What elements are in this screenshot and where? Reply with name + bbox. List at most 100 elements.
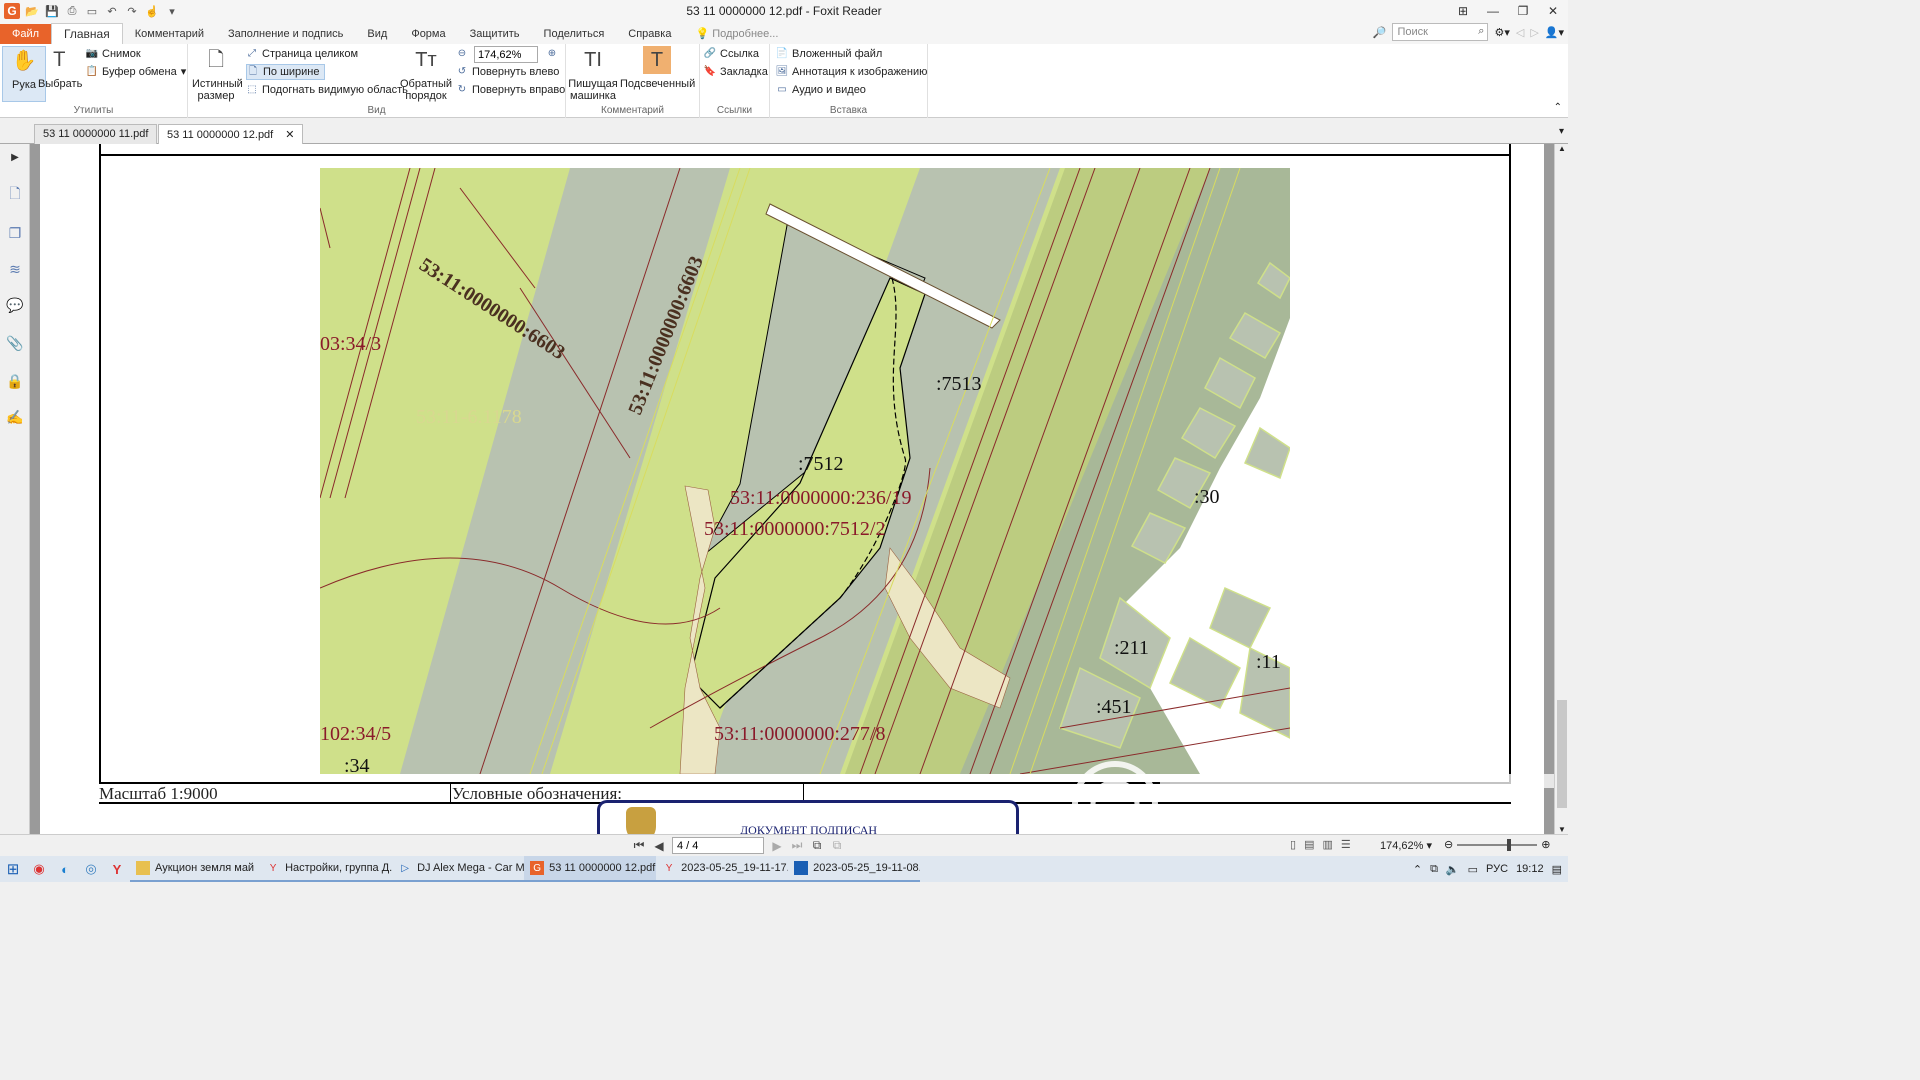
- doc-tab-11[interactable]: 53 11 0000000 11.pdf: [34, 124, 158, 144]
- clock[interactable]: 19:12: [1516, 863, 1544, 875]
- continuous-facing-view-icon[interactable]: ☰: [1341, 838, 1351, 851]
- single-page-view-icon[interactable]: ▯: [1290, 838, 1296, 851]
- redo-icon[interactable]: ↷: [124, 3, 140, 19]
- scroll-up-icon[interactable]: ▲: [1558, 144, 1566, 153]
- taskbar-item-folder[interactable]: Аукцион земля май: [130, 856, 261, 882]
- snapshot-button[interactable]: 📷 Снимок: [86, 46, 141, 62]
- search-input[interactable]: Поиск ⌕: [1392, 23, 1489, 41]
- nav-forward-icon[interactable]: ▷: [1530, 26, 1538, 39]
- continuous-view-icon[interactable]: ▤: [1304, 838, 1314, 851]
- tab-share[interactable]: Поделиться: [532, 24, 617, 44]
- edge-icon[interactable]: ◐: [52, 856, 78, 882]
- scroll-thumb[interactable]: [1557, 700, 1567, 808]
- facing-view-icon[interactable]: ▥: [1322, 838, 1332, 851]
- first-page-icon[interactable]: ⏮: [632, 838, 646, 853]
- tab-help[interactable]: Справка: [616, 24, 683, 44]
- customize-dropdown-icon[interactable]: ▾: [164, 3, 180, 19]
- bookmark-button[interactable]: 🔖 Закладка: [704, 64, 768, 80]
- volume-icon[interactable]: 🔈: [1446, 863, 1460, 876]
- page-number-field[interactable]: [672, 837, 764, 854]
- select-button[interactable]: Ꭲ Выбрать: [38, 46, 82, 90]
- zoom-slider[interactable]: [1457, 838, 1538, 851]
- scroll-down-icon[interactable]: ▼: [1558, 825, 1566, 834]
- network-icon[interactable]: ▭: [1468, 863, 1478, 876]
- zoom-field[interactable]: [474, 46, 538, 63]
- audio-video-button[interactable]: ▭ Аудио и видео: [776, 82, 866, 98]
- clipboard-button[interactable]: 📋 Буфер обмена ▾: [86, 64, 187, 80]
- rotate-right-button[interactable]: ↻ Повернуть вправо: [456, 82, 565, 98]
- security-panel-icon[interactable]: 🔒: [6, 372, 24, 390]
- attachments-panel-icon[interactable]: 📎: [6, 334, 24, 352]
- next-page-icon[interactable]: ▶: [770, 839, 784, 853]
- nav-back-icon[interactable]: ◁: [1516, 26, 1524, 39]
- highlight-button[interactable]: T Подсвеченный: [620, 46, 695, 90]
- doc-tab-12[interactable]: 53 11 0000000 12.pdf ✕: [158, 124, 304, 144]
- close-button[interactable]: ✕: [1538, 0, 1568, 22]
- tab-comment[interactable]: Комментарий: [123, 24, 216, 44]
- settings-icon[interactable]: ⚙▾: [1494, 26, 1509, 39]
- actual-size-button[interactable]: 🗋 Истинный размер: [192, 46, 243, 102]
- ribbon-options-icon[interactable]: ⊞: [1448, 0, 1478, 22]
- hand-tool-icon[interactable]: ☝: [144, 3, 160, 19]
- close-tab-icon[interactable]: ✕: [285, 129, 294, 141]
- fit-width-button[interactable]: 🗋 По ширине: [246, 64, 325, 80]
- tab-list-dropdown-icon[interactable]: ▾: [1559, 126, 1564, 137]
- save-icon[interactable]: 💾: [44, 3, 60, 19]
- continuous-icon[interactable]: ⧉: [830, 838, 844, 853]
- tab-form[interactable]: Форма: [399, 24, 457, 44]
- zoom-in-button[interactable]: ⊕: [546, 46, 558, 62]
- page-layout-icon[interactable]: ⧉: [810, 838, 824, 853]
- pages-panel-icon[interactable]: ❐: [6, 224, 24, 242]
- tray-expand-icon[interactable]: ⌃: [1413, 863, 1422, 876]
- fit-page-button[interactable]: ⤢ Страница целиком: [246, 46, 358, 62]
- attachment-button[interactable]: 📄 Вложенный файл: [776, 46, 883, 62]
- taskbar-item-music[interactable]: ▷ DJ Alex Mega - Car M...: [392, 856, 525, 882]
- print-icon[interactable]: ⎙: [64, 3, 80, 19]
- rotate-left-button[interactable]: ↺ Повернуть влево: [456, 64, 560, 80]
- tab-view[interactable]: Вид: [355, 24, 399, 44]
- window-icon[interactable]: ▭: [84, 3, 100, 19]
- taskbar-item-screenshot1[interactable]: Y 2023-05-25_19-11-17....: [656, 856, 789, 882]
- signature-panel-icon[interactable]: ✍: [6, 408, 24, 426]
- undo-icon[interactable]: ↶: [104, 3, 120, 19]
- taskbar-item-settings[interactable]: Y Настройки, группа Д...: [260, 856, 393, 882]
- link-button[interactable]: 🔗 Ссылка: [704, 46, 759, 62]
- notifications-icon[interactable]: ▤: [1552, 863, 1562, 876]
- tray-app-icon[interactable]: ⧉: [1430, 863, 1438, 876]
- user-icon[interactable]: 👤▾: [1545, 26, 1564, 39]
- fit-visible-button[interactable]: ⬚ Подогнать видимую область: [246, 82, 408, 98]
- bookmark-panel-icon[interactable]: 🗋: [6, 185, 24, 204]
- prev-page-icon[interactable]: ◀: [652, 839, 666, 853]
- tab-protect[interactable]: Защитить: [458, 24, 532, 44]
- minimize-button[interactable]: —: [1478, 0, 1508, 22]
- collapse-ribbon-icon[interactable]: ⌃: [1554, 102, 1562, 113]
- windows-start-icon[interactable]: ⊞: [0, 856, 26, 882]
- find-icon[interactable]: 🔎: [1373, 26, 1387, 39]
- tab-file[interactable]: Файл: [0, 24, 52, 44]
- tab-fill-sign[interactable]: Заполнение и подпись: [216, 24, 355, 44]
- tab-home[interactable]: Главная: [51, 23, 123, 44]
- reflow-button[interactable]: Tт Обратный порядок: [400, 46, 452, 102]
- foxit-logo-icon[interactable]: G: [4, 3, 20, 19]
- zoom-status[interactable]: 174,62% ▾: [1380, 839, 1432, 852]
- expand-panel-icon[interactable]: ▶: [6, 148, 24, 166]
- vertical-scrollbar[interactable]: ▲ ▼: [1554, 144, 1568, 834]
- last-page-icon[interactable]: ⏭: [790, 838, 804, 853]
- browser-icon[interactable]: ◎: [78, 856, 104, 882]
- image-annotation-button[interactable]: 🖼 Аннотация к изображению: [776, 64, 928, 80]
- language-indicator[interactable]: РУС: [1486, 863, 1508, 875]
- comments-panel-icon[interactable]: 💬: [6, 296, 24, 314]
- search-icon[interactable]: ⌕: [1478, 25, 1484, 38]
- open-icon[interactable]: 📂: [24, 3, 40, 19]
- zoom-in-status-icon[interactable]: ⊕: [1541, 838, 1550, 851]
- yandex-icon[interactable]: Y: [104, 856, 130, 882]
- restore-button[interactable]: ❐: [1508, 0, 1538, 22]
- layers-panel-icon[interactable]: ≋: [6, 260, 24, 278]
- typewriter-button[interactable]: TI Пишущая машинка: [568, 46, 618, 102]
- document-viewport[interactable]: 53:11:0000000:6603 53:11:0000000:6603 03…: [30, 144, 1554, 834]
- tell-me-box[interactable]: 💡 Подробнее...: [683, 24, 790, 44]
- taskbar-item-screenshot2[interactable]: 2023-05-25_19-11-08....: [788, 856, 921, 882]
- taskbar-item-foxit[interactable]: G 53 11 0000000 12.pdf ...: [524, 856, 657, 882]
- chrome-icon[interactable]: ◉: [26, 856, 52, 882]
- zoom-out-button[interactable]: ⊖: [456, 46, 468, 62]
